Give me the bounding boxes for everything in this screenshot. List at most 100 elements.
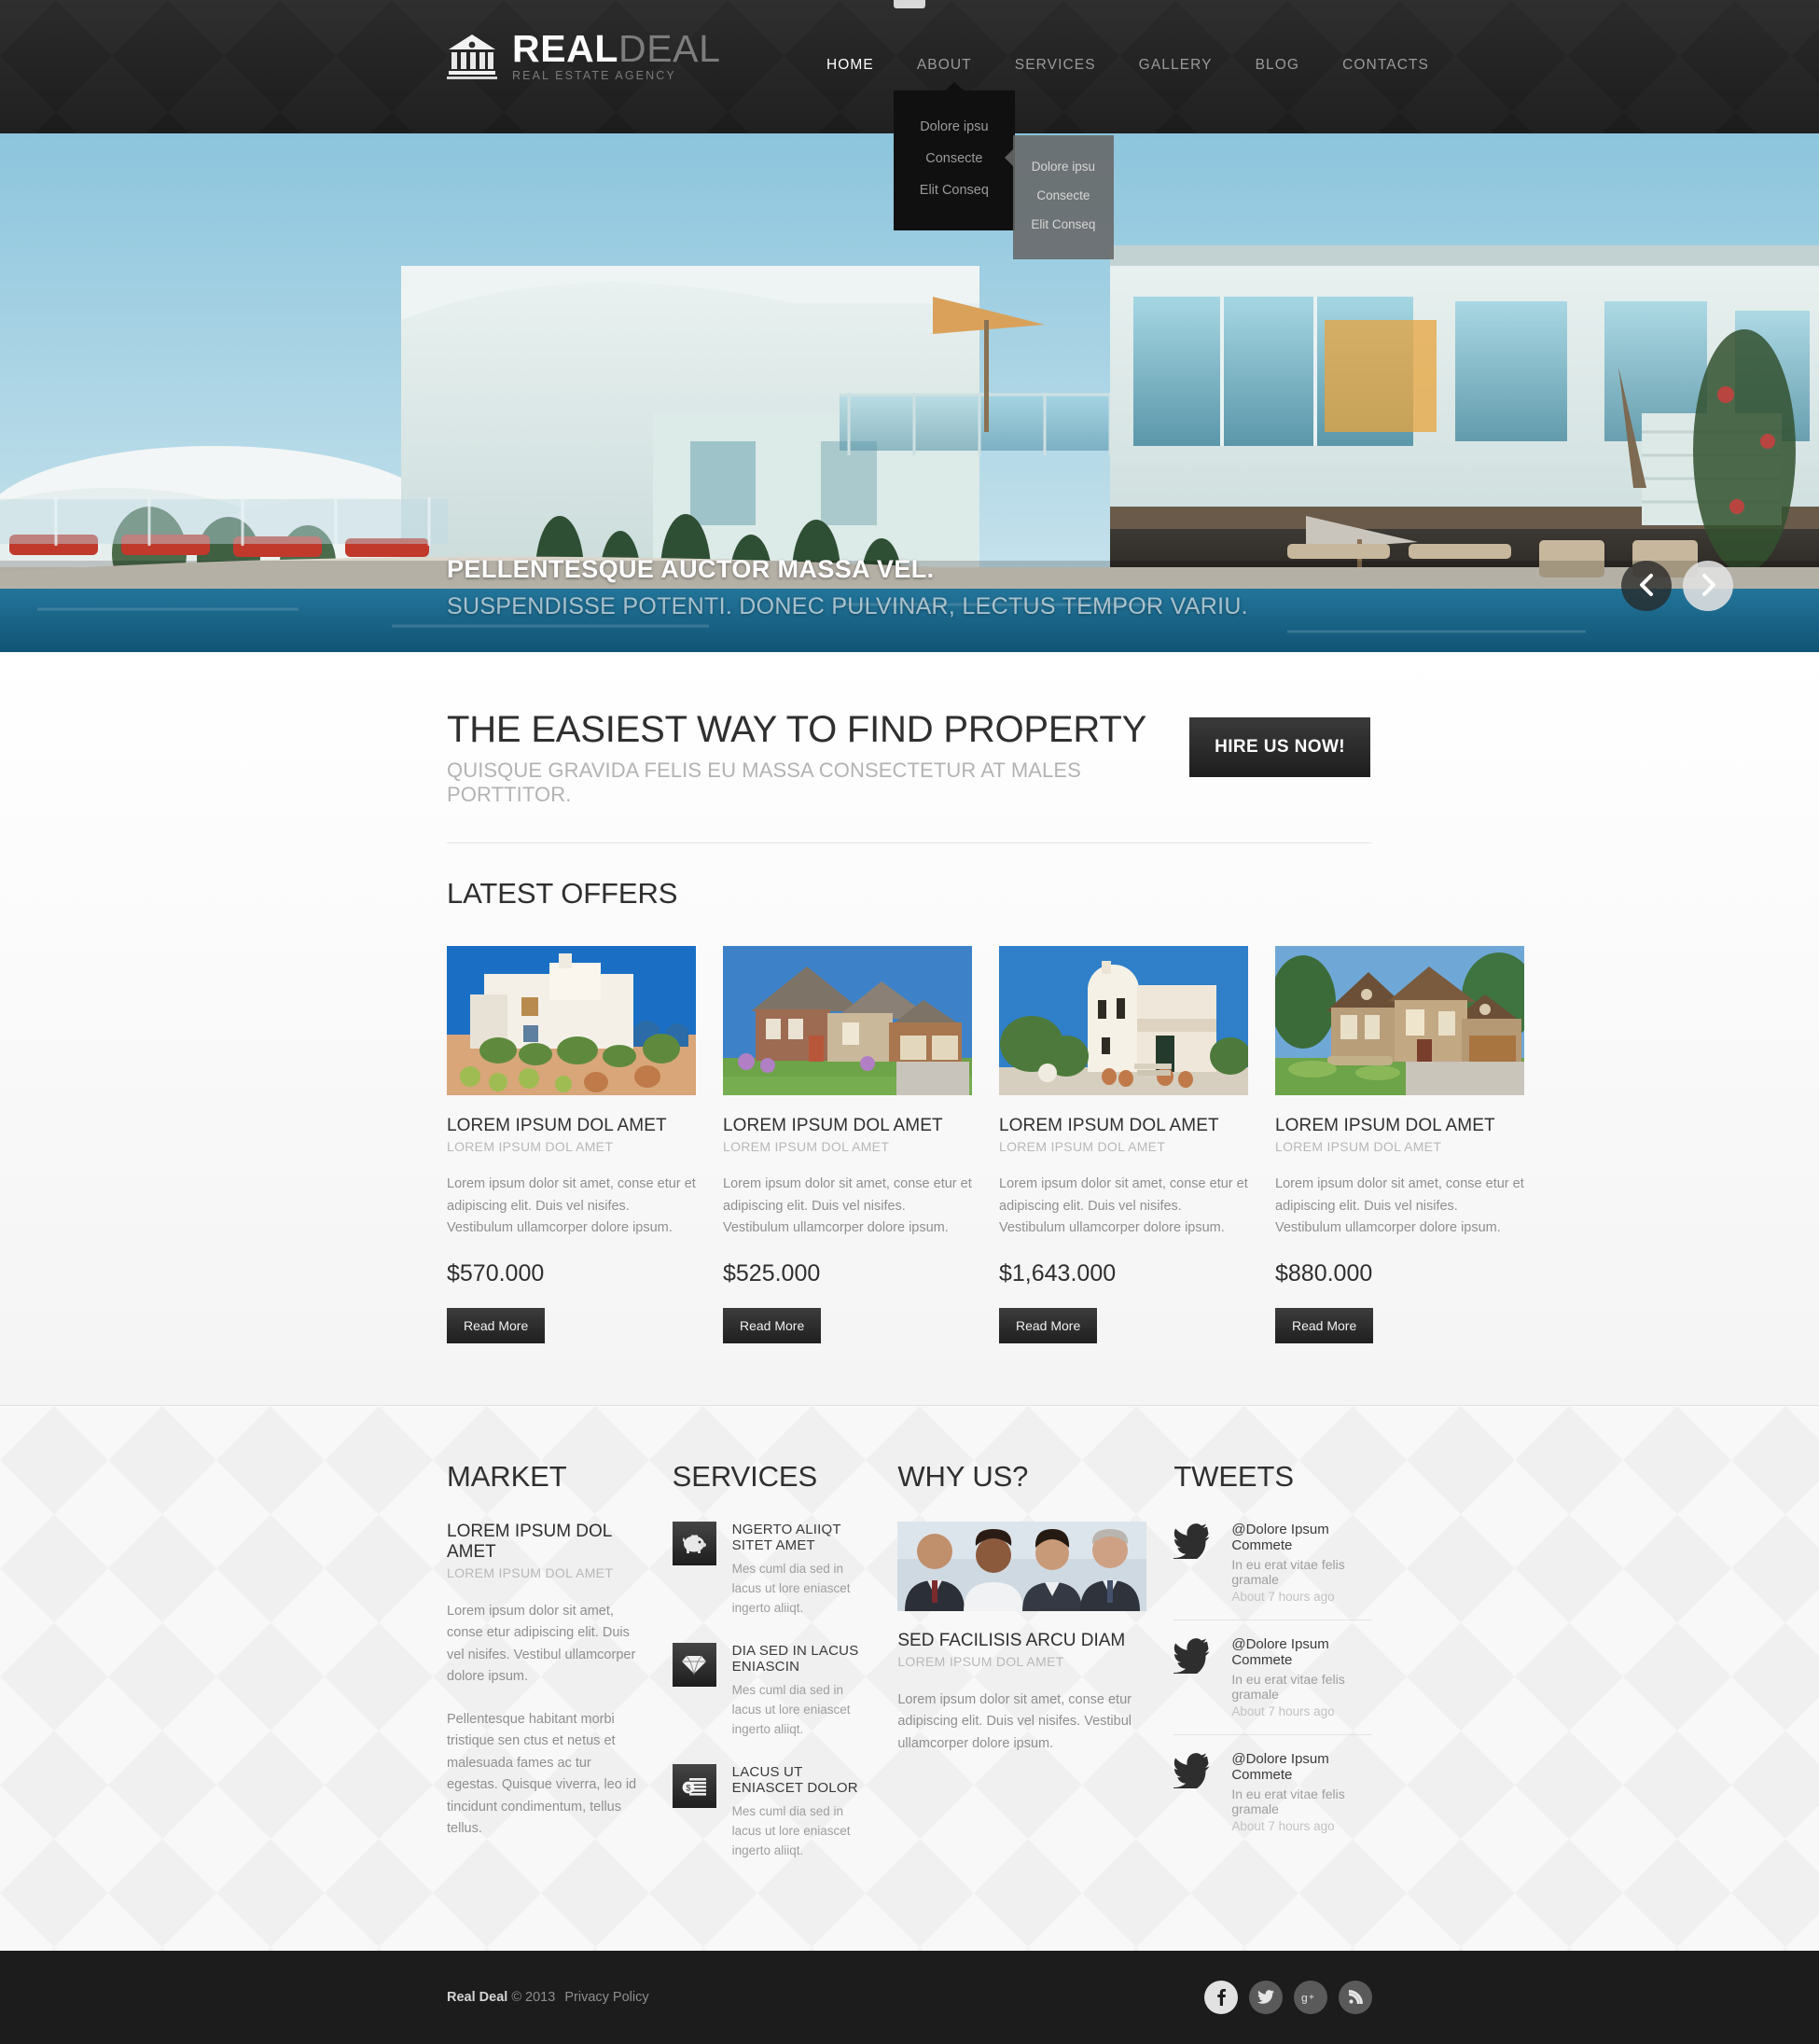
nav-link-gallery[interactable]: GALLERY [1118,53,1234,77]
hire-us-button[interactable]: HIRE US NOW! [1189,717,1370,777]
nav-link-services[interactable]: SERVICES [993,53,1118,77]
main-content: THE EASIEST WAY TO FIND PROPERTY QUISQUE… [0,652,1819,1405]
service-item[interactable]: NGERTO ALIIQT SITET AMET Mes cuml dia se… [672,1521,871,1619]
read-more-button[interactable]: Read More [723,1307,822,1343]
why-us-heading: WHY US? [897,1459,1029,1493]
dropdown-item-2[interactable]: Consecte [894,143,1015,174]
site-header: REAL DEAL REAL ESTATE AGENCY HOME ABOUT D… [0,0,1819,259]
money-stack-icon: $ [672,1763,716,1808]
chevron-left-icon [1638,573,1655,600]
offer-description: Lorem ipsum dolor sit amet, conse etur e… [723,1176,972,1236]
google-plus-icon[interactable]: g + [1294,1980,1327,2014]
offer-description: Lorem ipsum dolor sit amet, conse etur e… [1275,1176,1524,1236]
about-submenu: Dolore ipsu Consecte Elit Conseq [1004,135,1114,259]
nav-link-about[interactable]: ABOUT [896,53,993,77]
why-us-item-subtitle: LOREM IPSUM DOL AMET [897,1653,1064,1669]
submenu-item-1[interactable]: Dolore ipsu [1013,152,1114,181]
footer-bar: Real Deal © 2013 Privacy Policy g + [0,1950,1819,2044]
nav-item-blog: BLOG [1234,53,1321,77]
nav-link-blog[interactable]: BLOG [1234,53,1321,77]
market-item-title: LOREM IPSUM DOL AMET [447,1521,612,1562]
service-text: Mes cuml dia sed in lacus ut lore eniasc… [731,1682,851,1737]
offer-price: $880.000 [1275,1259,1373,1286]
tweet-time: About 7 hours ago [1231,1703,1335,1718]
tweet-item[interactable]: @Dolore Ipsum Commete In eu erat vitae f… [1173,1635,1373,1735]
site-logo[interactable]: REAL DEAL REAL ESTATE AGENCY [447,28,721,83]
service-item[interactable]: $ LACUS UT ENIASCET DOLOR Mes cuml dia s… [672,1763,871,1861]
offer-description: Lorem ipsum dolor sit amet, conse etur e… [447,1176,696,1236]
footer-column-why-us: WHY US? SED FACILISIS ARCU DIAM LOREM IP… [897,1459,1147,1885]
offer-price: $1,643.000 [999,1259,1117,1286]
slider-prev-button[interactable] [1621,561,1672,611]
submenu-item-2[interactable]: Consecte [1013,181,1114,210]
offer-subtitle: LOREM IPSUM DOL AMET [447,1139,614,1155]
dropdown-item-1[interactable]: Dolore ipsu [894,111,1015,143]
read-more-button[interactable]: Read More [999,1307,1098,1343]
offer-subtitle: LOREM IPSUM DOL AMET [999,1139,1166,1155]
slider-caption: PELLENTESQUE AUCTOR MASSA VEL. SUSPENDIS… [368,555,1451,620]
svg-text:+: + [1309,1993,1314,2003]
service-title: NGERTO ALIIQT SITET AMET [731,1521,841,1553]
tweet-text: In eu erat vitae felis gramale [1231,1556,1345,1587]
offer-card: LOREM IPSUM DOL AMET LOREM IPSUM DOL AME… [999,946,1248,1343]
service-text: Mes cuml dia sed in lacus ut lore eniasc… [731,1803,851,1858]
page-root: REAL DEAL REAL ESTATE AGENCY HOME ABOUT D… [0,0,1819,2044]
offer-thumbnail-brick-house[interactable] [723,946,972,1096]
slider-caption-subtitle: SUSPENDISSE POTENTI. DONEC PULVINAR, LEC… [447,593,1248,619]
tweet-handle: @Dolore Ipsum Commete [1231,1635,1329,1668]
facebook-icon[interactable] [1204,1980,1238,2014]
why-us-team-photo[interactable] [897,1521,1147,1611]
logo-tagline: REAL ESTATE AGENCY [512,69,676,82]
service-title: DIA SED IN LACUS ENIASCIN [731,1642,859,1675]
nav-item-home: HOME [805,53,896,77]
tweet-time: About 7 hours ago [1231,1818,1335,1833]
tweet-handle: @Dolore Ipsum Commete [1231,1750,1329,1783]
footer-brand: Real Deal [447,1989,508,2005]
tweet-item[interactable]: @Dolore Ipsum Commete In eu erat vitae f… [1173,1522,1373,1620]
about-dropdown-menu: Dolore ipsu Consecte Elit Conseq Dolore … [893,90,1114,259]
market-heading: MARKET [447,1459,567,1493]
offer-subtitle: LOREM IPSUM DOL AMET [723,1139,890,1155]
piggy-bank-icon [672,1521,716,1565]
offer-subtitle: LOREM IPSUM DOL AMET [1275,1139,1442,1155]
dropdown-item-3[interactable]: Elit Conseq [894,174,1015,206]
slider-caption-title: PELLENTESQUE AUCTOR MASSA VEL. [447,555,935,583]
nav-link-contacts[interactable]: CONTACTS [1321,53,1451,77]
nav-item-contacts: CONTACTS [1321,53,1451,77]
offer-thumbnail-stone-house[interactable] [1275,946,1524,1096]
submenu-item-3[interactable]: Elit Conseq [1013,210,1114,239]
twitter-bird-icon [1173,1522,1215,1564]
why-us-text: Lorem ipsum dolor sit amet, conse etur a… [897,1691,1132,1751]
offer-price: $570.000 [447,1259,545,1286]
tweets-heading: TWEETS [1173,1459,1294,1493]
slider-controls [1621,561,1733,611]
services-heading: SERVICES [672,1459,818,1493]
slider-next-button[interactable] [1683,561,1733,611]
copyright: Real Deal © 2013 Privacy Policy [447,1990,649,2005]
offer-title: LOREM IPSUM DOL AMET [1275,1116,1495,1136]
read-more-button[interactable]: Read More [447,1307,546,1343]
market-paragraph-2: Pellentesque habitant morbi tristique se… [447,1711,637,1836]
market-paragraph-1: Lorem ipsum dolor sit amet, conse etur a… [447,1603,636,1685]
service-title: LACUS UT ENIASCET DOLOR [731,1763,858,1796]
read-more-button[interactable]: Read More [1275,1307,1374,1343]
offer-thumbnail-tower-house[interactable] [999,946,1248,1096]
offer-title: LOREM IPSUM DOL AMET [723,1116,943,1136]
twitter-icon[interactable] [1249,1980,1283,2014]
logo-text-light: DEAL [618,27,721,70]
main-navigation: HOME ABOUT Dolore ipsu Consecte Elit Con… [805,53,1451,259]
tweet-item[interactable]: @Dolore Ipsum Commete In eu erat vitae f… [1173,1751,1372,1849]
offers-list: LOREM IPSUM DOL AMET LOREM IPSUM DOL AME… [447,946,1524,1404]
offer-thumbnail-white-villa[interactable] [447,946,696,1096]
privacy-policy-link[interactable]: Privacy Policy [564,1990,648,2005]
nav-link-home[interactable]: HOME [805,53,896,77]
svg-text:g: g [1301,1991,1308,2004]
rss-icon[interactable] [1339,1980,1372,2014]
service-item[interactable]: DIA SED IN LACUS ENIASCIN Mes cuml dia s… [672,1642,871,1740]
intro-divider [447,842,1372,844]
offer-description: Lorem ipsum dolor sit amet, conse etur e… [999,1176,1248,1236]
tweet-text: In eu erat vitae felis gramale [1231,1671,1345,1702]
twitter-bird-icon [1173,1636,1215,1678]
chevron-right-icon [1700,573,1716,600]
offer-card: LOREM IPSUM DOL AMET LOREM IPSUM DOL AME… [447,946,696,1343]
